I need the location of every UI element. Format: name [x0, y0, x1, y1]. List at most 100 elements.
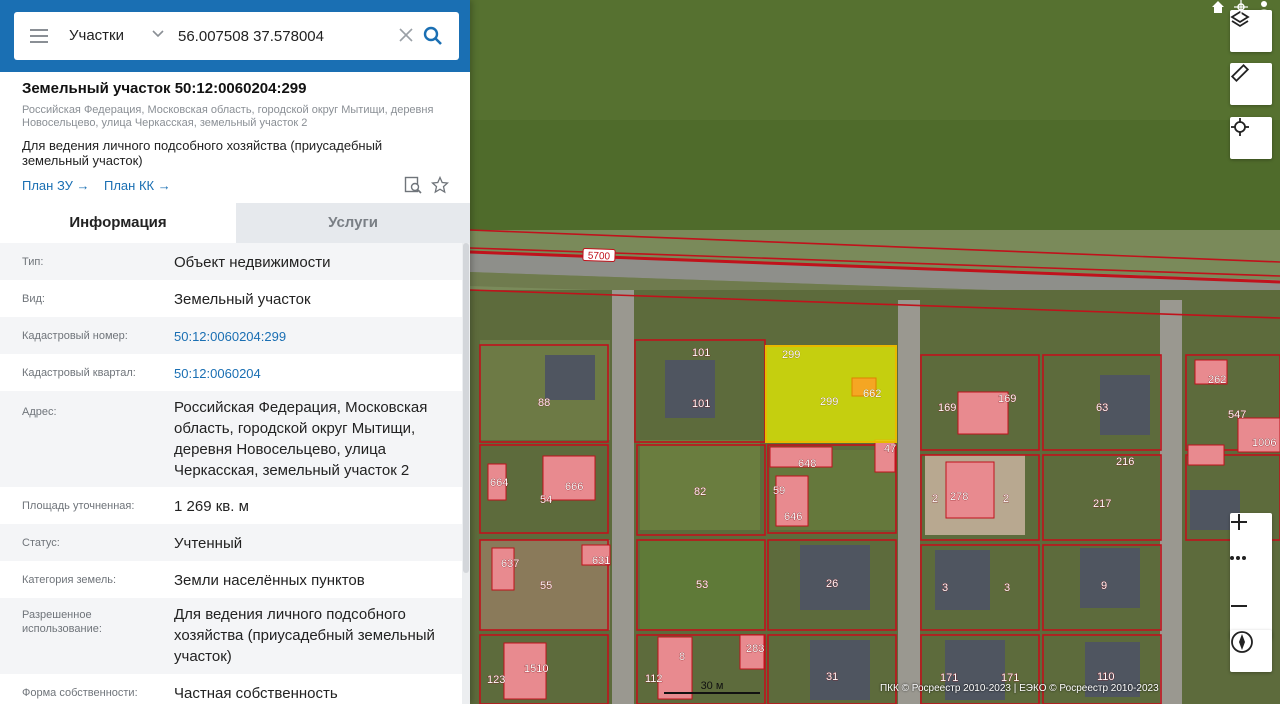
parcel-label: 82	[694, 486, 706, 498]
object-address: Российская Федерация, Московская область…	[22, 104, 434, 129]
parcel-label: 666	[565, 481, 583, 493]
measure-button[interactable]	[1230, 63, 1272, 105]
info-label: Площадь уточненная:	[22, 500, 135, 512]
parcel-label: 631	[592, 555, 610, 567]
road-label-group: 5700	[582, 248, 616, 263]
compass-icon	[1231, 631, 1253, 653]
road-label: 5700	[588, 251, 611, 263]
plus-icon	[1231, 514, 1247, 530]
tab-bar: Информация Услуги	[0, 203, 470, 243]
zoom-in-button[interactable]	[1230, 513, 1272, 555]
parcel-label: 55	[540, 580, 552, 592]
plan-kk-label: План КК	[104, 178, 155, 193]
info-value: Объект недвижимости	[174, 254, 331, 271]
minus-icon	[1231, 605, 1247, 607]
parcel-label: 59	[773, 485, 785, 497]
parcel-label: 664	[490, 477, 508, 489]
parcel-label: 1510	[524, 663, 548, 675]
parcel-label: 26	[826, 578, 838, 590]
info-value: 1 269 кв. м	[174, 498, 249, 515]
info-label: Статус:	[22, 537, 60, 549]
parcel-label: 169	[938, 402, 956, 414]
selected-parcel-label: 299	[782, 349, 800, 361]
search-input[interactable]	[178, 24, 388, 48]
close-icon[interactable]	[399, 28, 413, 42]
info-label: Кадастровый номер:	[22, 330, 128, 342]
zoom-controls	[1230, 513, 1272, 639]
scale-bar	[664, 692, 760, 694]
category-select[interactable]: Участки	[69, 27, 124, 44]
parcel-label: 262	[1208, 374, 1226, 386]
parcel-label: 2	[932, 493, 938, 505]
parcel-label: 8	[679, 651, 685, 663]
parcel-label: 547	[1228, 409, 1246, 421]
info-row: Вид: Земельный участок	[0, 280, 462, 317]
parcel-label: 216	[1116, 456, 1134, 468]
parcel-label: 169	[998, 393, 1016, 405]
plan-kk-link[interactable]: План КК →	[104, 178, 171, 193]
scrollbar-thumb[interactable]	[463, 243, 469, 573]
search-icon[interactable]	[423, 26, 443, 46]
parcel-label: 278	[950, 491, 968, 503]
selected-parcel-label: 299	[820, 396, 838, 408]
info-label: Форма собственности:	[22, 687, 138, 699]
parcel-label: 88	[538, 397, 550, 409]
selected-parcel-label: 662	[863, 388, 881, 400]
crosshair-icon[interactable]	[1234, 0, 1248, 14]
locate-button[interactable]	[1230, 117, 1272, 159]
parcel-label: 646	[784, 511, 802, 523]
parcel-label: 648	[798, 458, 816, 470]
menu-icon[interactable]	[30, 29, 48, 43]
info-label: Категория земель:	[22, 574, 117, 586]
info-label: Адрес:	[22, 406, 57, 418]
user-icon[interactable]	[1257, 0, 1271, 14]
home-icon[interactable]	[1211, 0, 1225, 14]
scrollbar[interactable]	[462, 243, 470, 704]
layers-button[interactable]	[1230, 10, 1272, 52]
parcel-label: 9	[1101, 580, 1107, 592]
parcel-label: 63	[1096, 402, 1108, 414]
info-value: Учтенный	[174, 535, 243, 552]
parcel-label: 54	[540, 494, 552, 506]
parcel-label: 31	[826, 671, 838, 683]
parcel-label: 110	[1097, 671, 1115, 683]
info-value: Земли населённых пунктов	[174, 572, 365, 589]
parcel-label: 3	[942, 582, 948, 594]
parcel-label: 101	[692, 398, 710, 410]
info-row: Статус: Учтенный	[0, 524, 462, 561]
plan-zu-label: План ЗУ	[22, 178, 73, 193]
info-row: Форма собственности: Частная собственнос…	[0, 674, 462, 704]
cadastral-number-link[interactable]: 50:12:0060204:299	[174, 326, 444, 347]
info-value: Частная собственность	[174, 685, 338, 702]
tab-services[interactable]: Услуги	[236, 203, 470, 243]
star-icon[interactable]	[431, 176, 449, 194]
search-header: Участки	[0, 0, 470, 72]
document-search-icon[interactable]	[404, 176, 422, 194]
search-box: Участки	[14, 12, 459, 60]
copyright-text: ПКК © Росреестр 2010-2023 | ЕЭКО © Росре…	[880, 683, 1159, 694]
map-scale: 30 м	[664, 680, 760, 694]
more-dots-icon	[1230, 556, 1246, 560]
plan-zu-link[interactable]: План ЗУ →	[22, 178, 90, 193]
info-row: Тип: Объект недвижимости	[0, 243, 462, 280]
parcel-label: 2	[1003, 493, 1009, 505]
compass-button[interactable]	[1230, 630, 1272, 672]
cadastral-quarter-link[interactable]: 50:12:0060204	[174, 363, 444, 384]
info-row: Кадастровый квартал: 50:12:0060204	[0, 354, 462, 391]
scale-label: 30 м	[700, 680, 724, 692]
parcel-label: 637	[501, 558, 519, 570]
info-value: Российская Федерация, Московская область…	[174, 399, 428, 479]
info-label: Вид:	[22, 293, 45, 305]
info-label: Разрешенное использование:	[22, 609, 102, 635]
info-label: Тип:	[22, 256, 44, 268]
parcel-label: 1006	[1252, 437, 1276, 449]
info-row: Категория земель: Земли населённых пункт…	[0, 561, 462, 598]
parcel-label: 101	[692, 347, 710, 359]
chevron-down-icon[interactable]	[151, 26, 165, 40]
more-button[interactable]	[1230, 555, 1272, 597]
info-row: Адрес: Российская Федерация, Московская …	[0, 391, 462, 487]
tab-info[interactable]: Информация	[0, 203, 236, 243]
ruler-icon	[1230, 63, 1250, 83]
parcel-label: 123	[487, 674, 505, 686]
info-value: Для ведения личного подсобного хозяйства…	[174, 606, 435, 665]
